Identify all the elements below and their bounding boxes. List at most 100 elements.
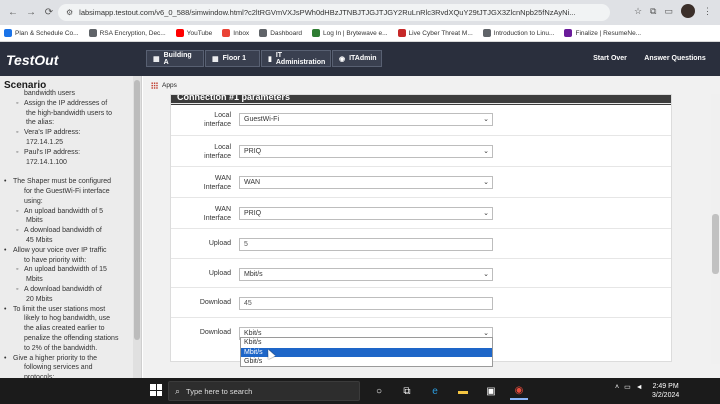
browser-address-bar: ← → ⟳ ⚙ labsimapp.testout.com/v6_0_588/s… (0, 0, 720, 25)
url-field[interactable]: ⚙ labsimapp.testout.com/v6_0_588/simwind… (58, 4, 610, 21)
site-info-icon[interactable]: ⚙ (66, 8, 73, 17)
building-icon: ▦ (153, 55, 160, 63)
bookmark-item[interactable]: RSA Encryption, Dec... (88, 29, 166, 37)
network-icon[interactable]: ▭ (624, 383, 631, 391)
bookmark-favicon-icon (175, 29, 184, 37)
dropdown-option[interactable]: Mbit/s (241, 347, 492, 357)
bookmark-item[interactable]: Plan & Schedule Co... (4, 29, 79, 37)
field-label: Download (199, 329, 231, 336)
edge-icon[interactable]: e (426, 382, 444, 400)
bookmark-favicon-icon (312, 29, 320, 37)
start-over-button[interactable]: Start Over (588, 50, 632, 67)
room-icon: ▮ (268, 55, 272, 63)
url-text: labsimapp.testout.com/v6_0_588/simwindow… (79, 8, 576, 17)
bookmark-item[interactable]: Inbox (222, 29, 249, 37)
unit-dropdown-list[interactable]: Kbit/s Mbit/s Gbit/s (240, 337, 493, 367)
task-view-icon[interactable]: ⧉ (398, 382, 416, 400)
bookmark-favicon-icon (259, 29, 268, 37)
form-row: WAN Interface PRIQ ⌄ (171, 197, 671, 228)
lab-header: TestOut ▦ Building A ▦ Floor 1 ▮ IT Adminis… (0, 42, 720, 76)
form-row: Upload Mbit/s ⌄ (171, 258, 671, 287)
windows-taskbar: ⌕ Type here to search ○ ⧉ e ▬ ▣ ◉ ˄ ▭ ◄ … (0, 378, 720, 404)
form-row: Local interface GuestWi-Fi ⌄ (171, 103, 671, 134)
scenario-line: the high-bandwidth users to (26, 109, 112, 117)
taskbar-clock[interactable]: 2:49 PM 3/2/2024 (652, 382, 679, 400)
file-explorer-icon[interactable]: ▬ (454, 382, 472, 400)
bookmark-favicon-icon (397, 29, 406, 37)
scenario-line: following services and (24, 364, 93, 372)
bookmark-item[interactable]: Log In | Brytewave e... (312, 29, 388, 37)
scenario-line: Allow your voice over IP traffic (4, 246, 130, 256)
parameter-select[interactable]: WAN ⌄ (239, 176, 493, 189)
answer-questions-button[interactable]: Answer Questions (640, 50, 710, 67)
system-tray: ˄ ▭ ◄ (615, 383, 643, 392)
scenario-line: Vera's IP address: (4, 128, 130, 138)
reload-icon[interactable]: ⟳ (40, 4, 58, 22)
dropdown-option[interactable]: Kbit/s (241, 338, 492, 348)
scenario-line: bandwidth users (24, 90, 75, 97)
dropdown-option[interactable]: Gbit/s (241, 357, 492, 367)
bookmark-item[interactable]: YouTube (175, 29, 212, 37)
apps-label[interactable]: Apps (162, 82, 177, 89)
tray-chevron-icon[interactable]: ˄ (615, 384, 619, 391)
volume-icon[interactable]: ◄ (636, 384, 643, 391)
form-row: Download 45 (171, 287, 671, 317)
scenario-line: likely to hog bandwidth, use (24, 315, 110, 323)
sidepanel-icon[interactable]: ▭ (664, 6, 673, 17)
bandwidth-input[interactable]: 5 (239, 238, 493, 251)
apps-grid-icon[interactable] (151, 81, 158, 89)
form-row: Local interface PRIQ ⌄ (171, 135, 671, 166)
bookmarks-bar: Plan & Schedule Co... RSA Encryption, Dec… (0, 25, 720, 42)
bookmark-favicon-icon (564, 29, 573, 37)
scenario-text: bandwidth users Assign the IP addresses o… (4, 89, 130, 378)
scenario-line: A download bandwidth of (4, 226, 130, 236)
bandwidth-input[interactable]: 45 (239, 297, 493, 310)
main-scrollbar[interactable] (711, 94, 720, 364)
crumb-floor-1[interactable]: ▦ Floor 1 (205, 50, 260, 67)
main-scroll-thumb[interactable] (712, 214, 719, 274)
bookmark-favicon-icon (482, 29, 491, 37)
parameter-select[interactable]: GuestWi-Fi ⌄ (239, 113, 493, 126)
bookmark-item[interactable]: Dashboard (259, 29, 302, 37)
parameter-select[interactable]: Mbit/s ⌄ (239, 268, 493, 281)
apps-bar: Apps (143, 76, 720, 94)
taskbar-search-field[interactable]: ⌕ Type here to search (168, 381, 360, 401)
scenario-line: 172.14.1.25 (26, 138, 63, 146)
computer-icon: ◉ (339, 55, 346, 63)
scenario-line: Give a higher priority to the (4, 354, 130, 364)
form-row: WAN Interface WAN ⌄ (171, 166, 671, 197)
chrome-icon[interactable]: ◉ (510, 382, 528, 400)
bookmark-item[interactable]: Introduction to Linu... (482, 29, 554, 37)
chevron-down-icon: ⌄ (483, 179, 489, 186)
forward-icon[interactable]: → (22, 4, 40, 22)
bookmark-item[interactable]: Live Cyber Threat M... (397, 29, 473, 37)
crumb-itadmin[interactable]: ◉ ITAdmin (332, 50, 382, 67)
scenario-line: 45 Mbits (26, 236, 53, 244)
crumb-it-administration[interactable]: ▮ IT Administration (261, 50, 331, 67)
windows-start-icon[interactable] (150, 384, 162, 396)
back-icon[interactable]: ← (4, 4, 22, 22)
chevron-down-icon: ⌄ (483, 210, 489, 217)
profile-avatar[interactable] (681, 4, 695, 18)
form-row: Upload 5 (171, 228, 671, 258)
bookmark-star-icon[interactable]: ☆ (634, 6, 642, 17)
scenario-line (4, 167, 130, 177)
scenario-sidebar: Scenario bandwidth usersAssign the IP ad… (0, 76, 142, 378)
scenario-line: Paul's IP address: (4, 148, 130, 158)
sidebar-scroll-thumb[interactable] (134, 80, 140, 340)
scenario-line: the alias: (26, 119, 55, 127)
chevron-down-icon: ⌄ (483, 271, 489, 278)
bookmark-favicon-icon (4, 29, 12, 37)
cortana-icon[interactable]: ○ (370, 382, 388, 400)
sidebar-scrollbar[interactable] (133, 76, 141, 378)
scenario-line: using: (24, 197, 43, 205)
extensions-icon[interactable]: ⧉ (650, 6, 656, 17)
bookmark-item[interactable]: Finalize | ResumeNe... (564, 29, 641, 37)
crumb-building-a[interactable]: ▦ Building A (146, 50, 204, 67)
browser-menu-icon[interactable]: ⋮ (703, 6, 712, 17)
scenario-line: An upload bandwidth of 15 (4, 265, 130, 275)
parameter-select[interactable]: PRIQ ⌄ (239, 145, 493, 158)
store-icon[interactable]: ▣ (482, 382, 500, 400)
parameter-select[interactable]: PRIQ ⌄ (239, 207, 493, 220)
scenario-line: An upload bandwidth of 5 (4, 207, 130, 217)
